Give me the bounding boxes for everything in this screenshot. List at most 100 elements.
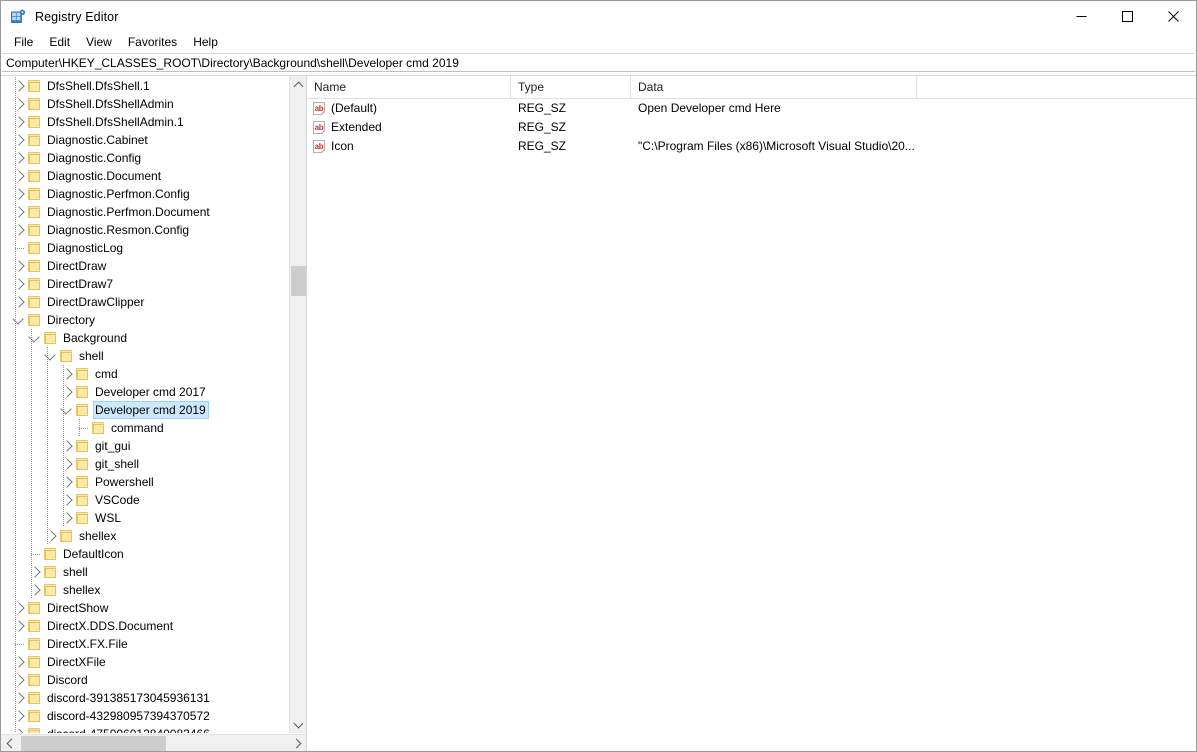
tree-item[interactable]: Powershell [1,473,288,491]
column-header-data[interactable]: Data [631,76,917,98]
tree-item[interactable]: shell [1,563,288,581]
tree-item[interactable]: Developer cmd 2017 [1,383,288,401]
chevron-right-icon[interactable] [11,726,27,733]
close-button[interactable] [1150,1,1196,32]
tree-item[interactable]: command [1,419,288,437]
menu-view[interactable]: View [78,33,120,52]
tree-item[interactable]: DfsShell.DfsShellAdmin.1 [1,113,288,131]
chevron-right-icon[interactable] [43,528,59,544]
chevron-right-icon[interactable] [59,492,75,508]
value-row[interactable]: ab (Default) REG_SZ Open Developer cmd Here [307,99,1196,118]
tree-item[interactable]: shellex [1,581,288,599]
vertical-scroll-thumb[interactable] [291,266,306,296]
chevron-right-icon[interactable] [11,690,27,706]
tree-item[interactable]: Developer cmd 2019 [1,401,288,419]
chevron-down-icon[interactable] [43,348,59,364]
chevron-right-icon[interactable] [11,132,27,148]
chevron-right-icon[interactable] [11,150,27,166]
tree-item-label: command [111,421,164,435]
tree-item[interactable]: Discord [1,671,288,689]
tree-item[interactable]: DirectX.DDS.Document [1,617,288,635]
tree-item[interactable]: Diagnostic.Perfmon.Config [1,185,288,203]
chevron-down-icon[interactable] [27,330,43,346]
tree-item[interactable]: Diagnostic.Resmon.Config [1,221,288,239]
chevron-right-icon[interactable] [11,294,27,310]
address-bar[interactable]: Computer\HKEY_CLASSES_ROOT\Directory\Bac… [2,53,1195,72]
chevron-right-icon[interactable] [11,78,27,94]
menu-help[interactable]: Help [185,33,226,52]
tree-item[interactable]: DirectDrawClipper [1,293,288,311]
chevron-right-icon[interactable] [11,96,27,112]
tree-item-label: shellex [79,529,117,543]
maximize-button[interactable] [1104,1,1150,32]
tree-item[interactable]: Diagnostic.Config [1,149,288,167]
chevron-right-icon[interactable] [11,708,27,724]
scroll-right-button[interactable] [289,735,306,751]
chevron-right-icon[interactable] [11,618,27,634]
tree-item[interactable]: DefaultIcon [1,545,288,563]
chevron-right-icon[interactable] [59,456,75,472]
registry-tree-pane: DfsShell.DfsShell.1 DfsShell.DfsShellAdmi… [1,76,307,751]
tree-item[interactable]: DirectDraw7 [1,275,288,293]
minimize-button[interactable] [1058,1,1104,32]
tree-item[interactable]: DfsShell.DfsShellAdmin [1,95,288,113]
chevron-right-icon[interactable] [11,204,27,220]
tree-item[interactable]: Directory [1,311,288,329]
menu-edit[interactable]: Edit [41,33,78,52]
tree-horizontal-scrollbar[interactable] [1,734,306,751]
chevron-down-icon[interactable] [59,402,75,418]
tree-item[interactable]: discord-391385173045936131 [1,689,288,707]
column-header-type[interactable]: Type [511,76,631,98]
tree-item[interactable]: Diagnostic.Perfmon.Document [1,203,288,221]
chevron-right-icon[interactable] [11,672,27,688]
horizontal-scroll-thumb[interactable] [21,736,166,751]
chevron-right-icon[interactable] [59,384,75,400]
chevron-right-icon[interactable] [27,564,43,580]
tree-item[interactable]: DfsShell.DfsShell.1 [1,77,288,95]
tree-item[interactable]: DirectXFile [1,653,288,671]
chevron-right-icon[interactable] [59,474,75,490]
tree-item-label: discord-391385173045936131 [47,691,210,705]
tree-item[interactable]: git_gui [1,437,288,455]
tree-item[interactable]: WSL [1,509,288,527]
chevron-right-icon[interactable] [59,510,75,526]
tree-item[interactable]: discord-432980957394370572 [1,707,288,725]
value-name-label: Extended [331,120,382,134]
tree-item[interactable]: DirectX.FX.File [1,635,288,653]
tree-item-label: Diagnostic.Config [47,151,142,165]
chevron-right-icon[interactable] [11,186,27,202]
chevron-right-icon[interactable] [11,168,27,184]
tree-item[interactable]: discord-475006012840083466 [1,725,288,733]
chevron-right-icon[interactable] [11,114,27,130]
value-row[interactable]: ab Extended REG_SZ [307,118,1196,137]
value-row[interactable]: ab Icon REG_SZ "C:\Program Files (x86)\Micr… [307,137,1196,156]
tree-item[interactable]: Background [1,329,288,347]
tree-item[interactable]: Diagnostic.Cabinet [1,131,288,149]
tree-item[interactable]: shell [1,347,288,365]
tree-item[interactable]: git_shell [1,455,288,473]
tree-item[interactable]: DiagnosticLog [1,239,288,257]
tree-item[interactable]: shellex [1,527,288,545]
tree-item[interactable]: DirectShow [1,599,288,617]
tree-item[interactable]: cmd [1,365,288,383]
chevron-right-icon[interactable] [59,438,75,454]
menu-favorites[interactable]: Favorites [120,33,185,52]
chevron-right-icon[interactable] [11,654,27,670]
chevron-right-icon[interactable] [27,582,43,598]
scroll-up-button[interactable] [290,76,306,93]
chevron-down-icon[interactable] [11,312,27,328]
column-header-name[interactable]: Name [307,76,511,98]
chevron-right-icon[interactable] [11,258,27,274]
scroll-down-button[interactable] [290,716,306,733]
menu-file[interactable]: File [6,33,41,52]
tree-item[interactable]: Diagnostic.Document [1,167,288,185]
chevron-right-icon[interactable] [59,366,75,382]
tree-vertical-scrollbar[interactable] [289,76,306,733]
chevron-right-icon[interactable] [11,600,27,616]
tree-item[interactable]: DirectDraw [1,257,288,275]
chevron-right-icon[interactable] [11,222,27,238]
tree-item-label: DfsShell.DfsShellAdmin [47,97,174,111]
scroll-left-button[interactable] [1,735,18,751]
tree-item[interactable]: VSCode [1,491,288,509]
chevron-right-icon[interactable] [11,276,27,292]
